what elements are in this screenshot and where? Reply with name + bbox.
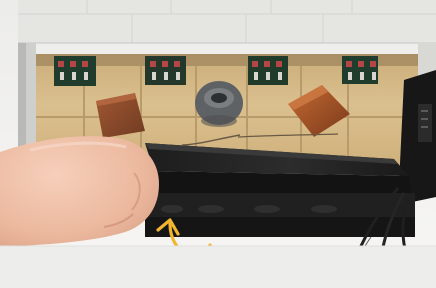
lego-photo-scene	[0, 0, 436, 288]
lego-photo	[0, 0, 436, 288]
grey-round-part	[195, 81, 243, 127]
upper-wall	[18, 0, 436, 43]
